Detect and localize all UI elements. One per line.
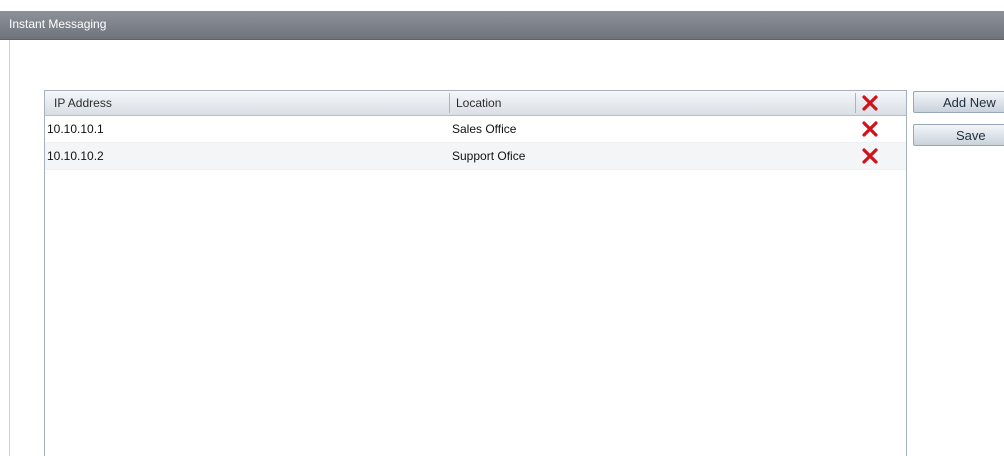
ip-address-cell[interactable]: 10.10.10.2 bbox=[47, 143, 104, 169]
delete-all-icon[interactable] bbox=[861, 94, 879, 112]
save-button[interactable]: Save bbox=[913, 124, 1004, 146]
add-new-button[interactable]: Add New bbox=[913, 91, 1004, 113]
title-bar: Instant Messaging bbox=[0, 11, 1004, 40]
column-separator[interactable] bbox=[449, 93, 450, 113]
delete-row-icon[interactable] bbox=[861, 120, 879, 138]
table-header: IP Address Location bbox=[45, 91, 906, 116]
location-cell[interactable]: Sales Office bbox=[452, 116, 516, 142]
panel-left-border bbox=[9, 40, 10, 456]
column-header-location[interactable]: Location bbox=[456, 91, 501, 115]
ip-location-table: IP Address Location 10.10.10.1 Sales Off… bbox=[44, 90, 907, 456]
column-separator[interactable] bbox=[855, 93, 856, 113]
delete-row-icon[interactable] bbox=[861, 147, 879, 165]
location-cell[interactable]: Support Ofice bbox=[452, 143, 525, 169]
ip-address-cell[interactable]: 10.10.10.1 bbox=[47, 116, 104, 142]
instant-messaging-page: Instant Messaging IP Address Location 10… bbox=[0, 0, 1004, 456]
table-row[interactable]: 10.10.10.1 Sales Office bbox=[45, 116, 906, 143]
window-title: Instant Messaging bbox=[9, 17, 107, 31]
column-header-ip-address[interactable]: IP Address bbox=[54, 91, 112, 115]
table-row[interactable]: 10.10.10.2 Support Ofice bbox=[45, 143, 906, 170]
